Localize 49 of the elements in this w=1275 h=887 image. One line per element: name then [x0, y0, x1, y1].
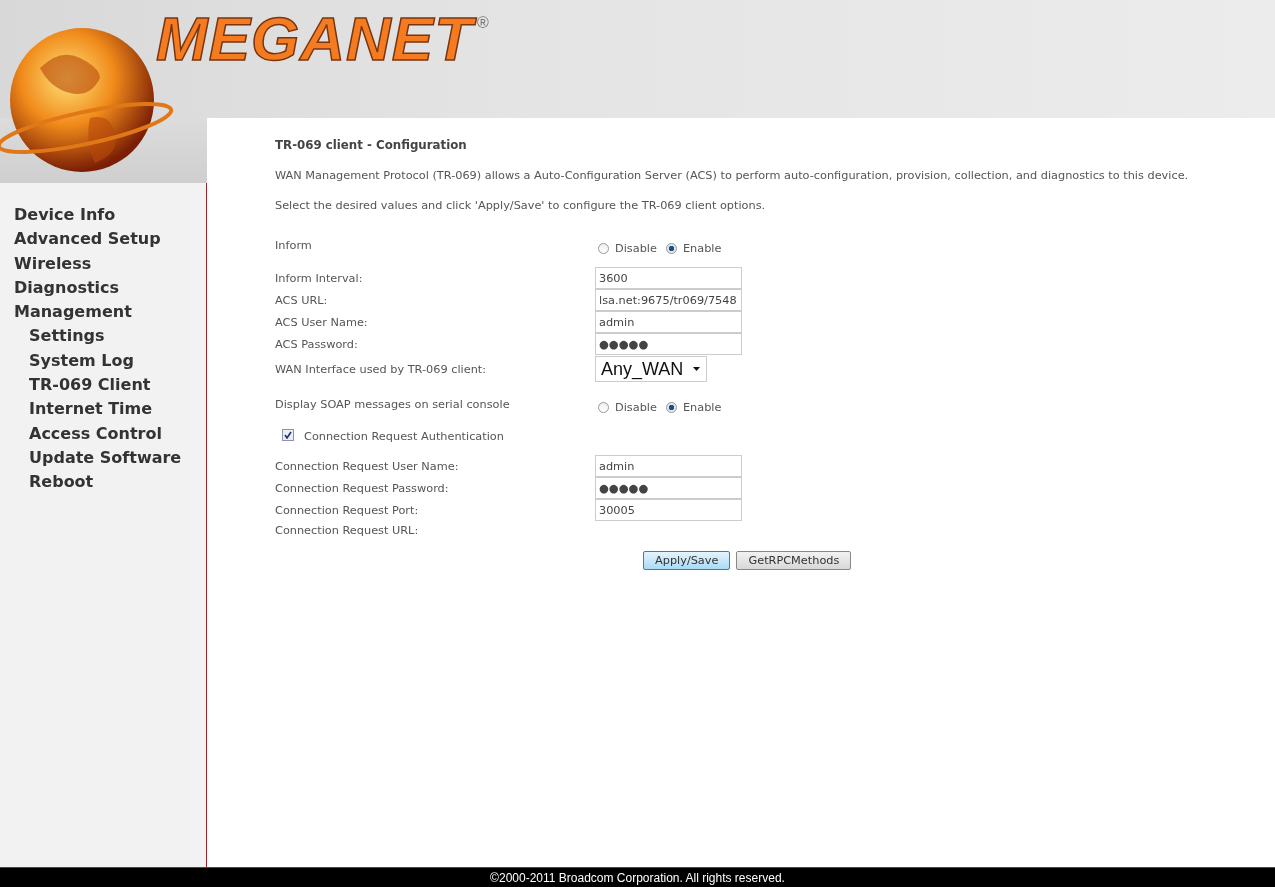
- page-title: TR-069 client - Configuration: [275, 138, 468, 152]
- description-text: WAN Management Protocol (TR-069) allows a Auto-Configuration Server (ACS) to perform auto-configuration, provision, collection, and diagnostics to this device.: [275, 169, 1190, 182]
- input-field[interactable]: ●●●●●: [595, 477, 742, 499]
- input-field[interactable]: ●●●●●: [595, 333, 742, 355]
- nav-link[interactable]: Device Info: [14, 203, 116, 228]
- registered-mark: ®: [477, 14, 489, 32]
- input-field[interactable]: admin: [595, 311, 742, 333]
- radio-label: Enable: [682, 242, 722, 255]
- radio-label: Enable: [682, 401, 722, 414]
- field-label: Display SOAP messages on serial console: [275, 398, 511, 411]
- action-button[interactable]: GetRPCMethods: [736, 551, 852, 570]
- field-label: ACS User Name:: [275, 315, 369, 329]
- nav-link[interactable]: Diagnostics: [14, 275, 120, 301]
- caret-icon: [693, 367, 701, 371]
- nav-link[interactable]: Wireless: [14, 251, 92, 276]
- radio-button[interactable]: [665, 243, 677, 254]
- field-label: Inform Interval:: [275, 271, 364, 285]
- field-label: ACS URL:: [275, 293, 329, 307]
- checkbox-label: Connection Request Authentication: [304, 429, 504, 443]
- nav-link[interactable]: Reboot: [14, 470, 94, 495]
- nav-link[interactable]: Settings: [14, 324, 105, 349]
- radio-label: Disable: [615, 401, 657, 414]
- field-label: Inform: [275, 239, 313, 252]
- nav-link[interactable]: Management: [14, 300, 132, 325]
- nav-link[interactable]: Advanced Setup: [14, 227, 161, 252]
- field-label: Connection Request Password:: [275, 481, 450, 495]
- field-label: ACS Password:: [275, 337, 359, 351]
- field-label: Connection Request User Name:: [275, 459, 460, 473]
- nav-link[interactable]: TR-069 Client: [14, 373, 151, 398]
- radio-label: Disable: [615, 242, 657, 255]
- action-button[interactable]: Apply/Save: [643, 551, 731, 570]
- radio-button[interactable]: [598, 402, 609, 413]
- description-text: Select the desired values and click 'Apply/Save' to configure the TR-069 client options.: [275, 199, 767, 212]
- input-field[interactable]: lsa.net:9675/tr069/7548: [595, 289, 742, 311]
- field-label: WAN Interface used by TR-069 client:: [275, 362, 488, 376]
- copyright-text: ©2000-2011 Broadcom Corporation. All rights reserved.: [490, 870, 785, 885]
- field-label: Connection Request URL:: [275, 524, 420, 537]
- radio-button[interactable]: [665, 402, 677, 413]
- input-field[interactable]: admin: [595, 455, 742, 477]
- field-label: Connection Request Port:: [275, 503, 420, 517]
- input-field[interactable]: 3600: [595, 267, 742, 289]
- input-field[interactable]: 30005: [595, 499, 742, 521]
- checkbox[interactable]: [282, 428, 294, 441]
- nav-link[interactable]: Internet Time: [14, 397, 153, 422]
- dropdown[interactable]: Any_WAN: [595, 356, 708, 382]
- radio-button[interactable]: [598, 243, 609, 254]
- nav-link[interactable]: Update Software: [14, 445, 182, 471]
- nav-link[interactable]: Access Control: [14, 421, 162, 446]
- nav-link[interactable]: System Log: [14, 348, 134, 374]
